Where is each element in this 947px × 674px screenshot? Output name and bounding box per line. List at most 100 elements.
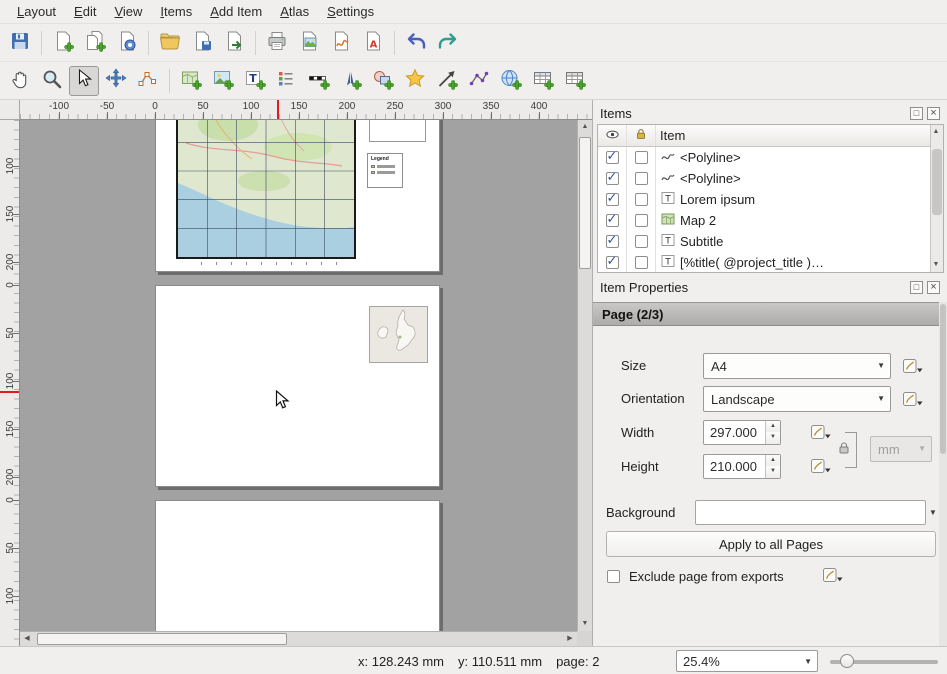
save-as-template-button[interactable] xyxy=(187,28,217,58)
spin-down-icon[interactable] xyxy=(765,432,780,444)
menu-edit[interactable]: Edit xyxy=(65,1,105,22)
save-project-button[interactable] xyxy=(5,28,35,58)
add-scalebar-button[interactable] xyxy=(304,66,334,96)
undo-button[interactable] xyxy=(401,28,431,58)
scroll-up-icon[interactable]: ▲ xyxy=(578,120,592,134)
height-spinbox[interactable]: 210.000 xyxy=(703,454,781,479)
items-scrollbar-thumb[interactable] xyxy=(932,149,942,215)
add-fixed-table-button[interactable] xyxy=(560,66,590,96)
scroll-down-icon[interactable]: ▼ xyxy=(578,617,592,631)
duplicate-layout-button[interactable] xyxy=(80,28,110,58)
float-panel-icon[interactable] xyxy=(910,281,923,294)
select-move-item-button[interactable] xyxy=(69,66,99,96)
zoom-level-combobox[interactable]: 25.4% xyxy=(676,650,818,672)
lock-checkbox[interactable] xyxy=(635,214,648,227)
export-svg-button[interactable] xyxy=(326,28,356,58)
height-data-defined-override-icon[interactable] xyxy=(809,455,831,477)
apply-to-all-pages-button[interactable]: Apply to all Pages xyxy=(606,531,936,557)
add-arrow-button[interactable] xyxy=(432,66,462,96)
layout-manager-button[interactable] xyxy=(112,28,142,58)
add-legend-button[interactable] xyxy=(272,66,302,96)
visibility-checkbox[interactable] xyxy=(606,235,619,248)
add-shape-button[interactable] xyxy=(368,66,398,96)
width-data-defined-override-icon[interactable] xyxy=(809,421,831,443)
layout-viewport[interactable]: Legend xyxy=(20,120,592,646)
items-list-row[interactable]: TLorem ipsum xyxy=(598,189,943,210)
items-list-row[interactable]: TSubtitle xyxy=(598,231,943,252)
pan-button[interactable] xyxy=(5,66,35,96)
exclude-page-checkbox[interactable] xyxy=(607,570,620,583)
lock-checkbox[interactable] xyxy=(635,256,648,269)
page-1[interactable]: Legend xyxy=(155,120,440,272)
background-color-dropdown-icon[interactable] xyxy=(926,500,940,525)
add-node-item-button[interactable] xyxy=(464,66,494,96)
zoom-button[interactable] xyxy=(37,66,67,96)
lock-checkbox[interactable] xyxy=(635,151,648,164)
add-attribute-table-button[interactable] xyxy=(528,66,558,96)
scroll-right-icon[interactable]: ▶ xyxy=(563,632,577,646)
add-html-button[interactable] xyxy=(496,66,526,96)
add-picture-button[interactable] xyxy=(208,66,238,96)
visibility-checkbox[interactable] xyxy=(606,193,619,206)
add-items-from-template-button[interactable] xyxy=(219,28,249,58)
link-lock-icon[interactable] xyxy=(838,441,850,458)
add-north-arrow-button[interactable] xyxy=(336,66,366,96)
add-marker-button[interactable] xyxy=(400,66,430,96)
scroll-down-icon[interactable]: ▼ xyxy=(930,258,942,272)
width-spinbox[interactable]: 297.000 xyxy=(703,420,781,445)
size-combobox[interactable]: A4 xyxy=(703,353,891,379)
size-data-defined-override-icon[interactable] xyxy=(901,355,923,377)
lock-checkbox[interactable] xyxy=(635,172,648,185)
scroll-up-icon[interactable]: ▲ xyxy=(930,125,942,139)
edit-nodes-item-button[interactable] xyxy=(133,66,163,96)
zoom-slider-handle[interactable] xyxy=(840,654,854,668)
overview-map-item[interactable] xyxy=(369,306,428,363)
visibility-checkbox[interactable] xyxy=(606,256,619,269)
map-item[interactable] xyxy=(176,120,356,259)
background-color-button[interactable] xyxy=(695,500,926,525)
orientation-combobox[interactable]: Landscape xyxy=(703,386,891,412)
vertical-scrollbar-thumb[interactable] xyxy=(579,137,591,269)
add-label-button[interactable]: T xyxy=(240,66,270,96)
float-panel-icon[interactable] xyxy=(910,107,923,120)
menu-atlas[interactable]: Atlas xyxy=(271,1,318,22)
vertical-scrollbar[interactable]: ▲ ▼ xyxy=(577,120,592,631)
properties-scrollbar[interactable] xyxy=(939,302,947,646)
load-from-template-button[interactable] xyxy=(155,28,185,58)
page-properties-section-header[interactable]: Page (2/3) xyxy=(593,302,939,326)
horizontal-scrollbar[interactable]: ◀ ▶ xyxy=(20,631,577,646)
close-panel-icon[interactable] xyxy=(927,281,940,294)
items-list-row[interactable]: T[%title( @project_title )… xyxy=(598,252,943,273)
page-2[interactable] xyxy=(155,285,440,487)
print-button[interactable] xyxy=(262,28,292,58)
items-list-row[interactable]: Map 2 xyxy=(598,210,943,231)
orientation-data-defined-override-icon[interactable] xyxy=(901,388,923,410)
export-image-button[interactable] xyxy=(294,28,324,58)
visibility-checkbox[interactable] xyxy=(606,214,619,227)
legend-item[interactable]: Legend xyxy=(367,153,403,188)
menu-add-item[interactable]: Add Item xyxy=(201,1,271,22)
lock-checkbox[interactable] xyxy=(635,193,648,206)
properties-scrollbar-thumb[interactable] xyxy=(940,304,946,454)
redo-button[interactable] xyxy=(433,28,463,58)
new-layout-button[interactable] xyxy=(48,28,78,58)
export-pdf-button[interactable]: A xyxy=(358,28,388,58)
lock-checkbox[interactable] xyxy=(635,235,648,248)
move-item-content-button[interactable] xyxy=(101,66,131,96)
spin-down-icon[interactable] xyxy=(765,466,780,478)
visibility-checkbox[interactable] xyxy=(606,151,619,164)
visibility-checkbox[interactable] xyxy=(606,172,619,185)
items-scrollbar[interactable]: ▲ ▼ xyxy=(930,125,943,272)
scroll-left-icon[interactable]: ◀ xyxy=(20,632,34,646)
horizontal-scrollbar-thumb[interactable] xyxy=(37,633,287,645)
menu-view[interactable]: View xyxy=(105,1,151,22)
menu-settings[interactable]: Settings xyxy=(318,1,383,22)
page-3[interactable] xyxy=(155,500,440,646)
menu-items[interactable]: Items xyxy=(151,1,201,22)
menu-layout[interactable]: Layout xyxy=(8,1,65,22)
items-list-row[interactable]: <Polyline> xyxy=(598,168,943,189)
exclude-data-defined-override-icon[interactable] xyxy=(821,564,843,586)
close-panel-icon[interactable] xyxy=(927,107,940,120)
add-map-button[interactable] xyxy=(176,66,206,96)
title-label-item[interactable] xyxy=(369,120,426,142)
